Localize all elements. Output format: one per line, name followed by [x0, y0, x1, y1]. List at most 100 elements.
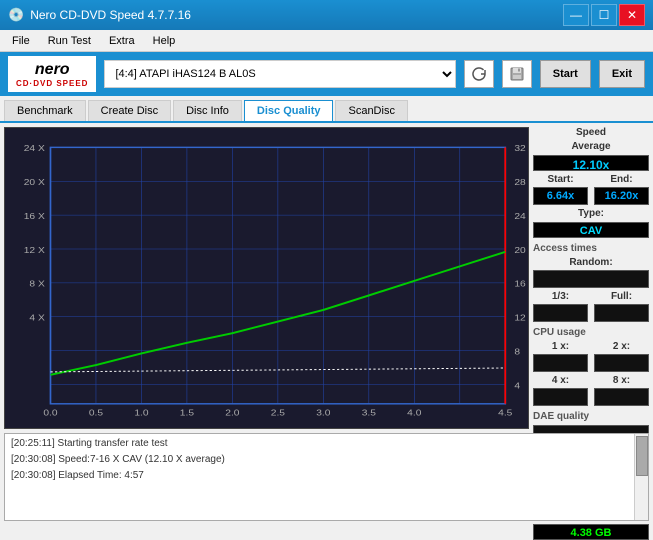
menu-bar: File Run Test Extra Help — [0, 30, 653, 52]
start-button[interactable]: Start — [540, 60, 591, 88]
maximize-button[interactable]: ☐ — [591, 4, 617, 26]
cpu4x-label: 4 x: — [533, 375, 588, 386]
app-icon: 💿 — [8, 7, 24, 23]
menu-file[interactable]: File — [4, 31, 38, 51]
svg-text:4.5: 4.5 — [498, 408, 512, 418]
svg-text:2.0: 2.0 — [225, 408, 239, 418]
cpu4x-column: 4 x: — [533, 375, 588, 406]
close-button[interactable]: ✕ — [619, 4, 645, 26]
random-column: Random: — [533, 257, 649, 288]
speed-section-label: Speed — [533, 127, 649, 138]
start-value: 6.64x — [533, 187, 588, 205]
svg-text:8: 8 — [514, 347, 520, 357]
random-label: Random: — [533, 257, 649, 268]
svg-text:2.5: 2.5 — [271, 408, 285, 418]
logo-nero: nero — [35, 61, 70, 79]
cpu-section-label: CPU usage — [533, 327, 649, 338]
dae-section-label: DAE quality — [533, 411, 649, 422]
random-value — [533, 270, 649, 288]
cpu2x-label: 2 x: — [594, 341, 649, 352]
onethird-full-section: 1/3: Full: — [533, 291, 649, 322]
tab-disc-quality[interactable]: Disc Quality — [244, 100, 334, 121]
cpu8x-column: 8 x: — [594, 375, 649, 406]
log-content: [20:25:11] Starting transfer rate test [… — [5, 434, 648, 486]
onethird-label: 1/3: — [533, 291, 588, 302]
svg-text:24: 24 — [514, 212, 525, 222]
logo-sub: CD·DVD SPEED — [16, 79, 88, 88]
svg-text:4 X: 4 X — [29, 313, 45, 323]
access-section-label: Access times — [533, 243, 649, 254]
minimize-button[interactable]: — — [563, 4, 589, 26]
svg-text:1.0: 1.0 — [134, 408, 148, 418]
svg-text:12 X: 12 X — [24, 246, 46, 256]
menu-help[interactable]: Help — [145, 31, 184, 51]
svg-text:16 X: 16 X — [24, 212, 46, 222]
onethird-value — [533, 304, 588, 322]
title-left: 💿 Nero CD-DVD Speed 4.7.7.16 — [8, 7, 191, 23]
cpu1x-label: 1 x: — [533, 341, 588, 352]
svg-text:3.0: 3.0 — [316, 408, 330, 418]
chart-area: 24 X 20 X 16 X 12 X 8 X 4 X 32 28 24 20 … — [4, 127, 529, 429]
chart-svg: 24 X 20 X 16 X 12 X 8 X 4 X 32 28 24 20 … — [5, 128, 528, 428]
access-section: Random: — [533, 257, 649, 288]
cpu8x-value — [594, 388, 649, 406]
tabs: Benchmark Create Disc Disc Info Disc Qua… — [0, 96, 653, 123]
svg-text:12: 12 — [514, 313, 525, 323]
logo: nero CD·DVD SPEED — [8, 56, 96, 92]
svg-text:20 X: 20 X — [24, 178, 46, 188]
svg-text:28: 28 — [514, 178, 525, 188]
start-end-section: Start: 6.64x End: 16.20x — [533, 174, 649, 205]
cpu-12x-section: 1 x: 2 x: — [533, 341, 649, 372]
tab-create-disc[interactable]: Create Disc — [88, 100, 171, 121]
title-controls: — ☐ ✕ — [563, 4, 645, 26]
toolbar: nero CD·DVD SPEED [4:4] ATAPI iHAS124 B … — [0, 52, 653, 96]
cpu1x-value — [533, 354, 588, 372]
tab-benchmark[interactable]: Benchmark — [4, 100, 86, 121]
cpu-48x-section: 4 x: 8 x: — [533, 375, 649, 406]
average-value: 12.10x — [533, 155, 649, 171]
full-column: Full: — [594, 291, 649, 322]
log-entry-3: [20:30:08] Elapsed Time: 4:57 — [11, 468, 642, 484]
cpu8x-label: 8 x: — [594, 375, 649, 386]
app-title: Nero CD-DVD Speed 4.7.7.16 — [30, 8, 191, 22]
svg-text:16: 16 — [514, 279, 525, 289]
full-label: Full: — [594, 291, 649, 302]
drive-select[interactable]: [4:4] ATAPI iHAS124 B AL0S — [104, 60, 455, 88]
svg-text:20: 20 — [514, 246, 525, 256]
cpu2x-value — [594, 354, 649, 372]
end-label: End: — [594, 174, 649, 185]
exit-button[interactable]: Exit — [599, 60, 645, 88]
type-label: Type: — [533, 208, 649, 219]
cpu4x-value — [533, 388, 588, 406]
title-bar: 💿 Nero CD-DVD Speed 4.7.7.16 — ☐ ✕ — [0, 0, 653, 30]
disc-length-value: 4.38 GB — [533, 524, 649, 540]
log-scroll-thumb[interactable] — [636, 436, 648, 476]
log-scrollbar[interactable] — [634, 434, 648, 520]
full-value — [594, 304, 649, 322]
svg-text:1.5: 1.5 — [180, 408, 194, 418]
svg-text:0.0: 0.0 — [43, 408, 57, 418]
svg-text:4: 4 — [514, 381, 520, 391]
average-label: Average — [533, 141, 649, 152]
tab-disc-info[interactable]: Disc Info — [173, 100, 242, 121]
right-panel: Speed Average 12.10x Start: 6.64x End: 1… — [533, 123, 653, 433]
svg-text:24 X: 24 X — [24, 144, 46, 154]
start-label: Start: — [533, 174, 588, 185]
svg-text:4.0: 4.0 — [407, 408, 421, 418]
cpu2x-column: 2 x: — [594, 341, 649, 372]
menu-extra[interactable]: Extra — [101, 31, 143, 51]
end-value: 16.20x — [594, 187, 649, 205]
start-column: Start: 6.64x — [533, 174, 588, 205]
onethird-column: 1/3: — [533, 291, 588, 322]
end-column: End: 16.20x — [594, 174, 649, 205]
svg-text:32: 32 — [514, 144, 525, 154]
refresh-icon-button[interactable] — [464, 60, 494, 88]
menu-run-test[interactable]: Run Test — [40, 31, 99, 51]
log-entry-1: [20:25:11] Starting transfer rate test — [11, 436, 642, 452]
log-area: [20:25:11] Starting transfer rate test [… — [4, 433, 649, 521]
tab-scan-disc[interactable]: ScanDisc — [335, 100, 407, 121]
svg-text:8 X: 8 X — [29, 279, 45, 289]
cpu1x-column: 1 x: — [533, 341, 588, 372]
save-icon-button[interactable] — [502, 60, 532, 88]
type-value: CAV — [533, 222, 649, 238]
